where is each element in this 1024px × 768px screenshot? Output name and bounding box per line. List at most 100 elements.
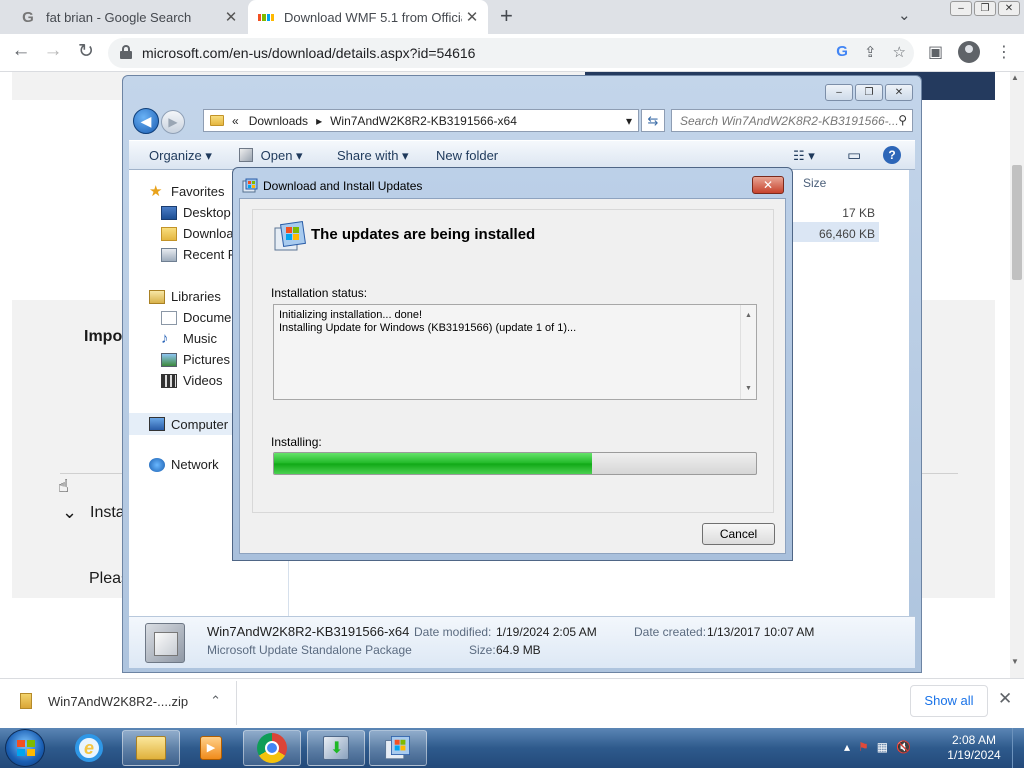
chrome-icon: [257, 733, 287, 763]
lock-icon[interactable]: [120, 45, 132, 59]
minimize-button[interactable]: –: [950, 1, 972, 16]
recent-places-icon: [161, 247, 177, 262]
download-item[interactable]: Win7AndW2K8R2-....zip ⌃: [20, 693, 221, 709]
reload-button[interactable]: ↻: [73, 40, 99, 63]
status-line: Initializing installation... done!: [279, 309, 423, 321]
close-tab-icon[interactable]: ✕: [221, 8, 241, 26]
file-size: 66,460 KB: [818, 227, 875, 241]
music-icon: ♪: [161, 331, 169, 346]
help-icon[interactable]: ?: [883, 146, 901, 164]
taskbar-chrome[interactable]: [243, 730, 301, 766]
start-button[interactable]: [5, 729, 45, 767]
close-tab-icon[interactable]: ✕: [462, 8, 482, 26]
tab-google-search[interactable]: G fat brian - Google Search ✕: [0, 0, 247, 34]
google-lens-icon[interactable]: G: [836, 43, 848, 61]
installing-label: Installing:: [271, 435, 322, 449]
open-label: Open ▾: [260, 148, 303, 163]
taskbar-install-dialog[interactable]: [369, 730, 427, 766]
breadcrumb-overflow[interactable]: «: [232, 114, 239, 128]
install-progress-bar: [273, 452, 757, 475]
search-icon[interactable]: ⚲: [898, 113, 907, 127]
explorer-search-input[interactable]: Search Win7AndW2K8R2-KB3191566-... ⚲: [671, 109, 913, 132]
url-text[interactable]: microsoft.com/en-us/download/details.asp…: [142, 45, 475, 61]
explorer-window-controls: – ❐ ✕: [825, 84, 913, 101]
mouse-cursor-icon: ☝: [58, 476, 69, 496]
forward-button[interactable]: →: [40, 40, 66, 62]
folder-icon: [136, 736, 166, 760]
download-file-name: Win7AndW2K8R2-....zip: [48, 693, 189, 709]
address-bar[interactable]: microsoft.com/en-us/download/details.asp…: [108, 38, 914, 68]
action-center-flag-icon[interactable]: ⚑: [858, 740, 869, 754]
tab-title: Download WMF 5.1 from Official: [284, 9, 462, 25]
refresh-icon[interactable]: ⇆: [641, 109, 665, 132]
detail-file-name: Win7AndW2K8R2-KB3191566-x64: [207, 624, 410, 639]
cancel-button[interactable]: Cancel: [702, 523, 775, 545]
back-button[interactable]: ◀: [133, 108, 159, 134]
close-downloads-bar-icon[interactable]: ✕: [998, 689, 1012, 709]
share-with-menu[interactable]: Share with ▾: [337, 148, 409, 164]
installation-status-log[interactable]: Initializing installation... done! Insta…: [273, 304, 757, 400]
restore-button[interactable]: ❐: [974, 1, 996, 16]
scroll-up-icon[interactable]: ▲: [745, 309, 752, 322]
breadcrumb-current-folder[interactable]: Win7AndW2K8R2-KB3191566-x64: [330, 114, 517, 128]
scroll-up-arrow-icon[interactable]: ▲: [1011, 73, 1019, 82]
detail-size-label: Size:: [469, 643, 496, 657]
download-options-chevron-icon[interactable]: ⌃: [210, 693, 221, 709]
star-icon: ★: [149, 184, 163, 199]
taskbar-internet-explorer[interactable]: e: [60, 730, 118, 766]
breadcrumb-downloads[interactable]: Downloads: [249, 114, 308, 128]
show-hidden-icons-icon[interactable]: ▴: [844, 740, 850, 754]
explorer-address-bar[interactable]: « Downloads ▸ Win7AndW2K8R2-KB3191566-x6…: [203, 109, 639, 132]
forward-button[interactable]: ▶: [161, 110, 185, 134]
nav-label: Desktop: [183, 205, 231, 220]
tab-title: fat brian - Google Search: [46, 9, 192, 25]
page-scroll-thumb[interactable]: [1012, 165, 1022, 280]
column-header-size[interactable]: Size: [803, 176, 826, 190]
system-clock[interactable]: 2:08 AM 1/19/2024: [946, 733, 1002, 763]
detail-created-label: Date created:: [634, 625, 707, 639]
show-desktop-button[interactable]: [1012, 728, 1024, 768]
detail-modified-value: 1/19/2024 2:05 AM: [496, 625, 597, 639]
menu-kebab-icon[interactable]: ⋮: [996, 42, 1012, 62]
detail-modified-label: Date modified:: [414, 625, 492, 639]
close-window-button[interactable]: ✕: [998, 1, 1020, 16]
volume-muted-icon[interactable]: 🔇: [896, 740, 911, 754]
page-scrollbar[interactable]: [1010, 72, 1024, 678]
address-dropdown-icon[interactable]: ▾: [626, 114, 632, 128]
minimize-button[interactable]: –: [825, 84, 853, 101]
tab-download-wmf[interactable]: Download WMF 5.1 from Official ✕: [248, 0, 488, 34]
computer-icon: [149, 417, 165, 431]
organize-menu[interactable]: Organize ▾: [149, 148, 212, 164]
share-icon[interactable]: ⇪: [864, 43, 877, 61]
log-scrollbar[interactable]: ▲ ▼: [740, 305, 756, 399]
update-installer-icon: [323, 736, 349, 760]
chevron-down-icon[interactable]: ⌄: [62, 502, 77, 523]
profile-avatar[interactable]: [958, 41, 980, 63]
install-section-toggle[interactable]: Insta: [90, 504, 125, 522]
side-panel-icon[interactable]: ▣: [928, 42, 943, 62]
installation-status-label: Installation status:: [271, 286, 368, 300]
open-menu[interactable]: Open ▾: [239, 148, 303, 164]
dialog-close-button[interactable]: ✕: [752, 176, 784, 194]
scroll-down-icon[interactable]: ▼: [745, 382, 752, 395]
preview-pane-icon[interactable]: ▭: [847, 146, 861, 164]
taskbar-media-player[interactable]: ▶: [182, 730, 240, 766]
new-tab-button[interactable]: +: [500, 5, 513, 27]
taskbar-update-installer[interactable]: [307, 730, 365, 766]
google-icon: G: [22, 8, 34, 26]
taskbar-windows-explorer[interactable]: [122, 730, 180, 766]
update-package-icon: [145, 623, 185, 663]
breadcrumb-separator-icon[interactable]: ▸: [316, 114, 322, 128]
back-button[interactable]: ←: [8, 40, 34, 62]
restore-button[interactable]: ❐: [855, 84, 883, 101]
scroll-down-arrow-icon[interactable]: ▼: [1011, 657, 1019, 666]
tab-search-chevron-icon[interactable]: ⌄: [898, 6, 911, 24]
bookmark-star-icon[interactable]: ☆: [893, 43, 906, 61]
new-folder-button[interactable]: New folder: [436, 148, 498, 163]
taskbar: e ▶ ▴ ⚑ ▦ 🔇 2:08 AM 1/19/2024: [0, 728, 1024, 768]
close-window-button[interactable]: ✕: [885, 84, 913, 101]
show-all-button[interactable]: Show all: [910, 685, 988, 717]
change-view-icon[interactable]: ☷ ▾: [793, 148, 815, 164]
network-tray-icon[interactable]: ▦: [877, 740, 888, 754]
windows-update-icon: [274, 221, 306, 251]
